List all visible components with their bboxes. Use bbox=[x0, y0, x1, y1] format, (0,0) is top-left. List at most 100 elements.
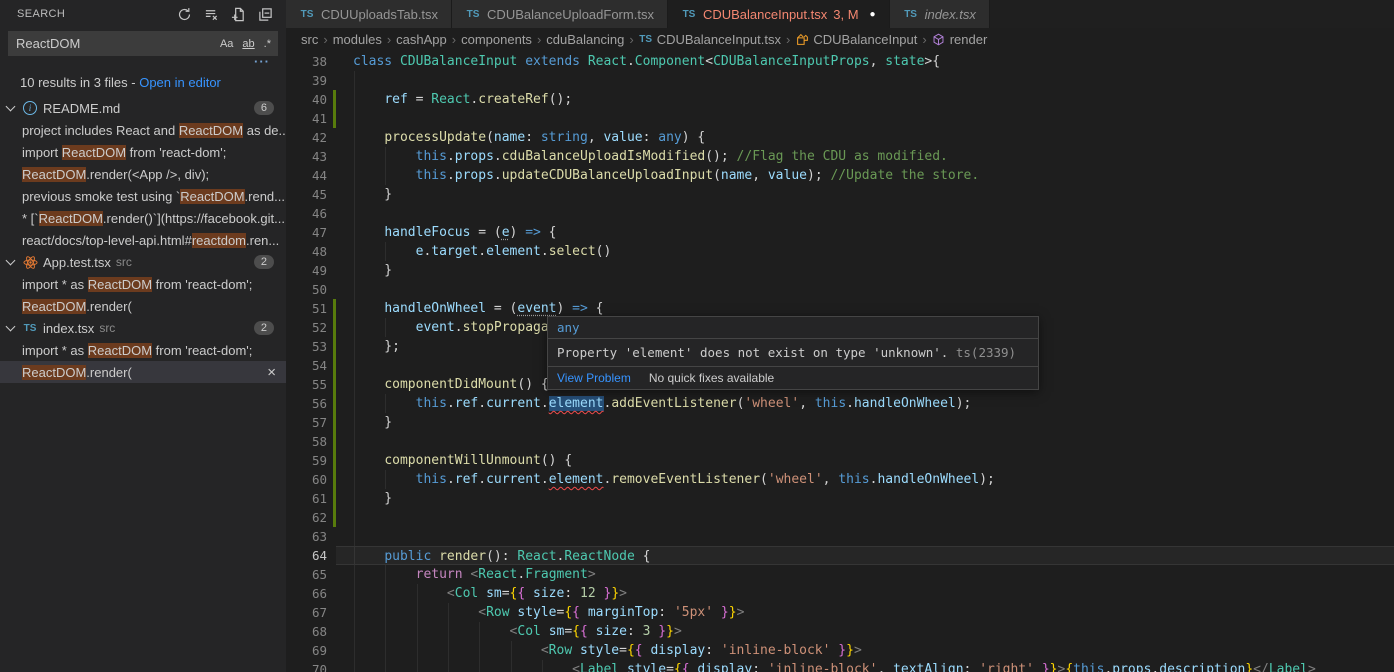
breadcrumb-item-components[interactable]: components bbox=[461, 32, 532, 47]
line-number[interactable]: 56 bbox=[286, 394, 327, 413]
code-line-60[interactable]: 60 this.ref.current.element.removeEventL… bbox=[286, 470, 1394, 489]
view-problem-link[interactable]: View Problem bbox=[557, 371, 631, 385]
tab-CDUBalanceUploadForm.tsx[interactable]: TS CDUBalanceUploadForm.tsx bbox=[452, 0, 668, 28]
line-number[interactable]: 63 bbox=[286, 527, 327, 546]
code-line-42[interactable]: 42 processUpdate(name: string, value: an… bbox=[286, 128, 1394, 147]
code-line-69[interactable]: 69 <Row style={{ display: 'inline-block'… bbox=[286, 641, 1394, 660]
tab-CDUUploadsTab.tsx[interactable]: TS CDUUploadsTab.tsx bbox=[286, 0, 453, 28]
breadcrumb-item-CDUBalanceInput[interactable]: CDUBalanceInput bbox=[795, 32, 917, 47]
line-number[interactable]: 52 bbox=[286, 318, 327, 337]
line-number[interactable]: 68 bbox=[286, 622, 327, 641]
code-line-59[interactable]: 59 componentWillUnmount() { bbox=[286, 451, 1394, 470]
line-number[interactable]: 41 bbox=[286, 109, 327, 128]
code-line-40[interactable]: 40 ref = React.createRef(); bbox=[286, 90, 1394, 109]
line-number[interactable]: 44 bbox=[286, 166, 327, 185]
match-case-icon[interactable]: Aa bbox=[217, 37, 236, 51]
code-line-39[interactable]: 39 bbox=[286, 71, 1394, 90]
use-regex-icon[interactable]: .* bbox=[261, 37, 274, 51]
code-line-58[interactable]: 58 bbox=[286, 432, 1394, 451]
code-line-49[interactable]: 49 } bbox=[286, 261, 1394, 280]
line-number[interactable]: 46 bbox=[286, 204, 327, 223]
code-line-63[interactable]: 63 bbox=[286, 527, 1394, 546]
line-number[interactable]: 48 bbox=[286, 242, 327, 261]
line-number[interactable]: 67 bbox=[286, 603, 327, 622]
line-number[interactable]: 57 bbox=[286, 413, 327, 432]
code-line-66[interactable]: 66 <Col sm={{ size: 12 }}> bbox=[286, 584, 1394, 603]
code-line-46[interactable]: 46 bbox=[286, 204, 1394, 223]
line-number[interactable]: 59 bbox=[286, 451, 327, 470]
search-result-item[interactable]: * [`ReactDOM.render()`](https://facebook… bbox=[0, 207, 286, 229]
line-number[interactable]: 54 bbox=[286, 356, 327, 375]
open-in-editor-link[interactable]: Open in editor bbox=[139, 75, 221, 90]
file-result-header-App.test.tsx[interactable]: App.test.tsx src 2 bbox=[0, 251, 286, 273]
code-line-67[interactable]: 67 <Row style={{ marginTop: '5px' }}> bbox=[286, 603, 1394, 622]
search-result-item[interactable]: react/docs/top-level-api.html#reactdom.r… bbox=[0, 229, 286, 251]
line-number[interactable]: 40 bbox=[286, 90, 327, 109]
code-line-61[interactable]: 61 } bbox=[286, 489, 1394, 508]
breadcrumb-item-cduBalancing[interactable]: cduBalancing bbox=[546, 32, 624, 47]
open-new-search-editor-icon[interactable] bbox=[229, 5, 247, 23]
file-result-header-index.tsx[interactable]: TS index.tsx src 2 bbox=[0, 317, 286, 339]
line-number[interactable]: 47 bbox=[286, 223, 327, 242]
refresh-icon[interactable] bbox=[175, 5, 193, 23]
line-number[interactable]: 69 bbox=[286, 641, 327, 660]
breadcrumb-item-cashApp[interactable]: cashApp bbox=[396, 32, 447, 47]
code-line-68[interactable]: 68 <Col sm={{ size: 3 }}> bbox=[286, 622, 1394, 641]
code-line-64[interactable]: 64 public render(): React.ReactNode { bbox=[286, 546, 1394, 565]
line-number[interactable]: 39 bbox=[286, 71, 327, 90]
clear-search-results-icon[interactable] bbox=[202, 5, 220, 23]
line-number[interactable]: 50 bbox=[286, 280, 327, 299]
match-whole-word-icon[interactable]: ab bbox=[239, 37, 257, 51]
search-input[interactable] bbox=[16, 36, 214, 51]
line-number[interactable]: 43 bbox=[286, 147, 327, 166]
line-number[interactable]: 66 bbox=[286, 584, 327, 603]
line-number[interactable]: 61 bbox=[286, 489, 327, 508]
search-result-item[interactable]: ReactDOM.render( bbox=[0, 295, 286, 317]
code-line-57[interactable]: 57 } bbox=[286, 413, 1394, 432]
search-result-item[interactable]: import * as ReactDOM from 'react-dom'; bbox=[0, 339, 286, 361]
dirty-indicator-icon[interactable]: ● bbox=[870, 9, 876, 20]
search-result-item[interactable]: ReactDOM.render(× bbox=[0, 361, 286, 383]
code-line-38[interactable]: 38 class CDUBalanceInput extends React.Co… bbox=[286, 52, 1394, 71]
line-number[interactable]: 42 bbox=[286, 128, 327, 147]
breadcrumb-item-modules[interactable]: modules bbox=[333, 32, 382, 47]
code-line-65[interactable]: 65 return <React.Fragment> bbox=[286, 565, 1394, 584]
file-result-header-README.md[interactable]: i README.md 6 bbox=[0, 97, 286, 119]
line-number[interactable]: 49 bbox=[286, 261, 327, 280]
dismiss-result-icon[interactable]: × bbox=[261, 365, 286, 380]
tab-CDUBalanceInput.tsx[interactable]: TS CDUBalanceInput.tsx 3, M ● bbox=[667, 0, 890, 28]
tab-index.tsx[interactable]: TS index.tsx bbox=[889, 0, 990, 28]
search-result-item[interactable]: ReactDOM.render(<App />, div); bbox=[0, 163, 286, 185]
line-number[interactable]: 51 bbox=[286, 299, 327, 318]
line-number[interactable]: 58 bbox=[286, 432, 327, 451]
code-line-45[interactable]: 45 } bbox=[286, 185, 1394, 204]
code-line-44[interactable]: 44 this.props.updateCDUBalanceUploadInpu… bbox=[286, 166, 1394, 185]
line-number[interactable]: 45 bbox=[286, 185, 327, 204]
breadcrumb-item-CDUBalanceInput.tsx[interactable]: TS CDUBalanceInput.tsx bbox=[639, 32, 781, 47]
line-number[interactable]: 55 bbox=[286, 375, 327, 394]
code-line-47[interactable]: 47 handleFocus = (e) => { bbox=[286, 223, 1394, 242]
code-line-48[interactable]: 48 e.target.element.select() bbox=[286, 242, 1394, 261]
code-line-41[interactable]: 41 bbox=[286, 109, 1394, 128]
breadcrumb-item-src[interactable]: src bbox=[301, 32, 318, 47]
search-result-item[interactable]: previous smoke test using `ReactDOM.rend… bbox=[0, 185, 286, 207]
toggle-search-details-icon[interactable]: ··· bbox=[0, 55, 286, 70]
search-result-item[interactable]: import ReactDOM from 'react-dom'; bbox=[0, 141, 286, 163]
breadcrumb-item-render[interactable]: render bbox=[932, 32, 987, 47]
search-result-item[interactable]: import * as ReactDOM from 'react-dom'; bbox=[0, 273, 286, 295]
code-line-56[interactable]: 56 this.ref.current.element.addEventList… bbox=[286, 394, 1394, 413]
line-number[interactable]: 60 bbox=[286, 470, 327, 489]
collapse-all-icon[interactable] bbox=[256, 5, 274, 23]
line-number[interactable]: 64 bbox=[286, 546, 327, 565]
line-number[interactable]: 70 bbox=[286, 660, 327, 672]
code-line-50[interactable]: 50 bbox=[286, 280, 1394, 299]
line-number[interactable]: 65 bbox=[286, 565, 327, 584]
search-box[interactable]: Aaab .* bbox=[8, 31, 278, 56]
line-number[interactable]: 38 bbox=[286, 52, 327, 71]
code-line-43[interactable]: 43 this.props.cduBalanceUploadIsModified… bbox=[286, 147, 1394, 166]
line-number[interactable]: 53 bbox=[286, 337, 327, 356]
code-line-70[interactable]: 70 <Label style={{ display: 'inline-bloc… bbox=[286, 660, 1394, 672]
code-line-62[interactable]: 62 bbox=[286, 508, 1394, 527]
search-result-item[interactable]: project includes React and ReactDOM as d… bbox=[0, 119, 286, 141]
line-number[interactable]: 62 bbox=[286, 508, 327, 527]
